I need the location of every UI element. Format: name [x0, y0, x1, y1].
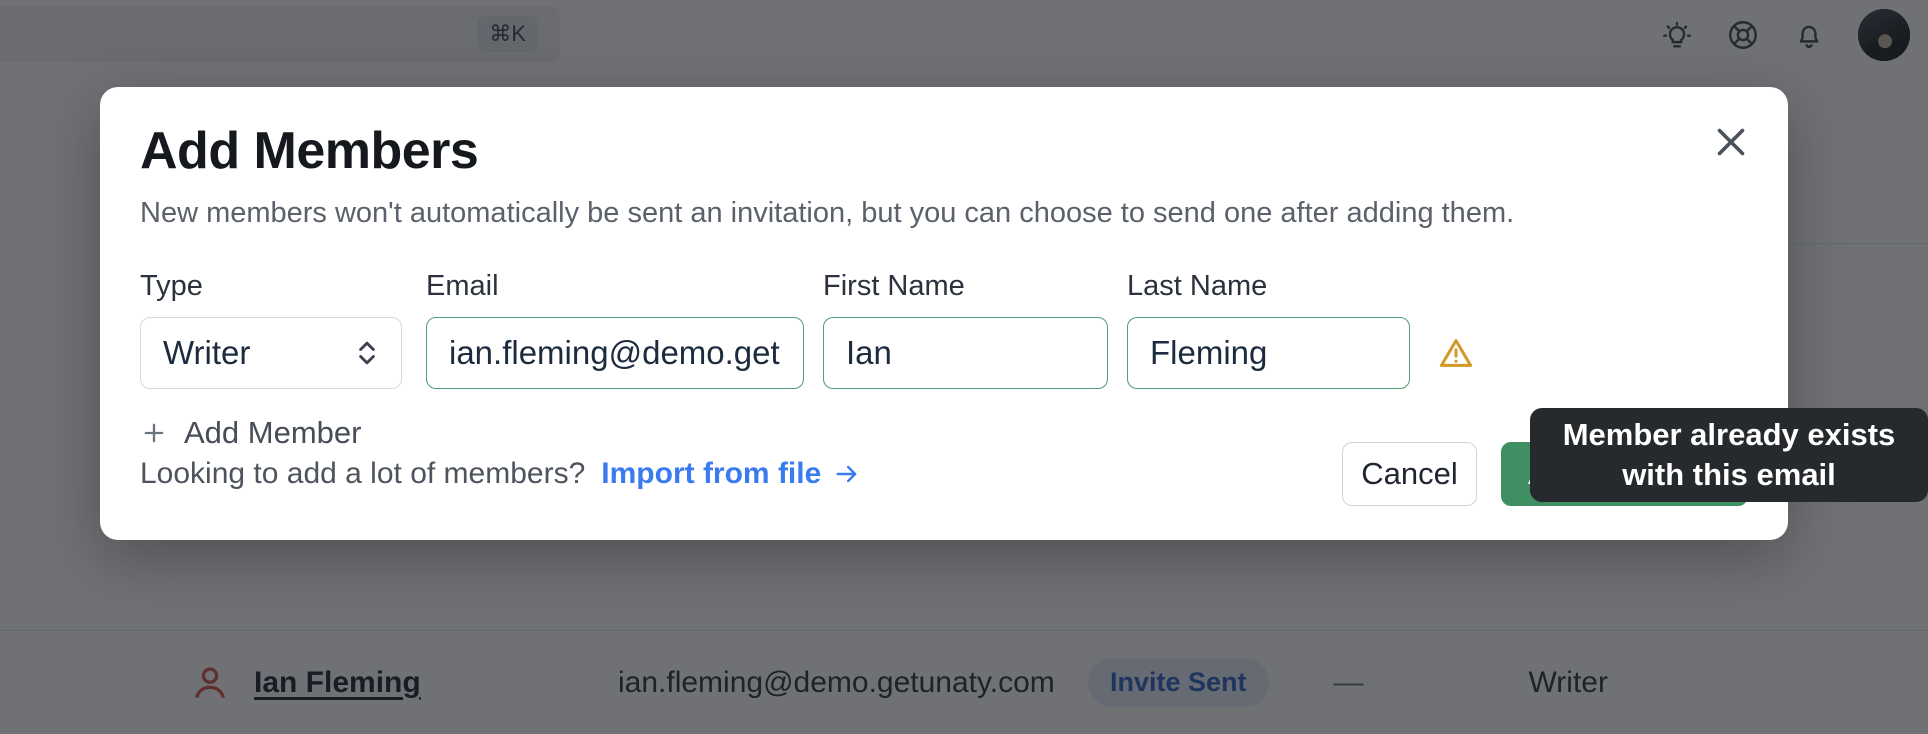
- type-select[interactable]: Writer: [140, 317, 402, 389]
- chevron-updown-icon: [359, 341, 375, 365]
- last-name-field: Last Name Fleming: [1127, 270, 1410, 389]
- email-label: Email: [426, 270, 499, 302]
- dialog-title: Add Members: [140, 122, 479, 180]
- cancel-button[interactable]: Cancel: [1342, 442, 1478, 506]
- arrow-right-icon: [836, 465, 857, 483]
- warning-triangle-icon[interactable]: [1437, 334, 1475, 372]
- type-select-value: Writer: [163, 334, 251, 371]
- dialog-footer: Looking to add a lot of members? Import …: [140, 442, 1748, 506]
- import-from-file-link[interactable]: Import from file: [601, 457, 861, 491]
- first-name-label: First Name: [823, 270, 965, 302]
- first-name-field: First Name Ian: [823, 270, 1108, 389]
- last-name-input-value: Fleming: [1150, 334, 1268, 371]
- email-input-value: ian.fleming@demo.getunat: [449, 334, 781, 371]
- last-name-label: Last Name: [1127, 270, 1268, 302]
- member-input-row: Type Writer Email ian.fleming@demo.getun…: [140, 270, 1748, 389]
- first-name-input-value: Ian: [846, 334, 892, 371]
- import-from-file-label: Import from file: [601, 457, 822, 490]
- validation-tooltip-text: Member already exists with this email: [1562, 417, 1896, 492]
- last-name-input[interactable]: Fleming: [1127, 317, 1410, 389]
- email-input[interactable]: ian.fleming@demo.getunat: [426, 317, 804, 389]
- email-field: Email ian.fleming@demo.getunat: [426, 270, 804, 389]
- dialog-subtitle: New members won't automatically be sent …: [140, 197, 1515, 229]
- import-prompt: Looking to add a lot of members?: [140, 457, 586, 490]
- first-name-input[interactable]: Ian: [823, 317, 1108, 389]
- validation-tooltip: Member already exists with this email: [1530, 408, 1928, 502]
- type-field: Type Writer: [140, 270, 402, 389]
- type-label: Type: [140, 270, 203, 302]
- close-icon[interactable]: [1708, 119, 1754, 165]
